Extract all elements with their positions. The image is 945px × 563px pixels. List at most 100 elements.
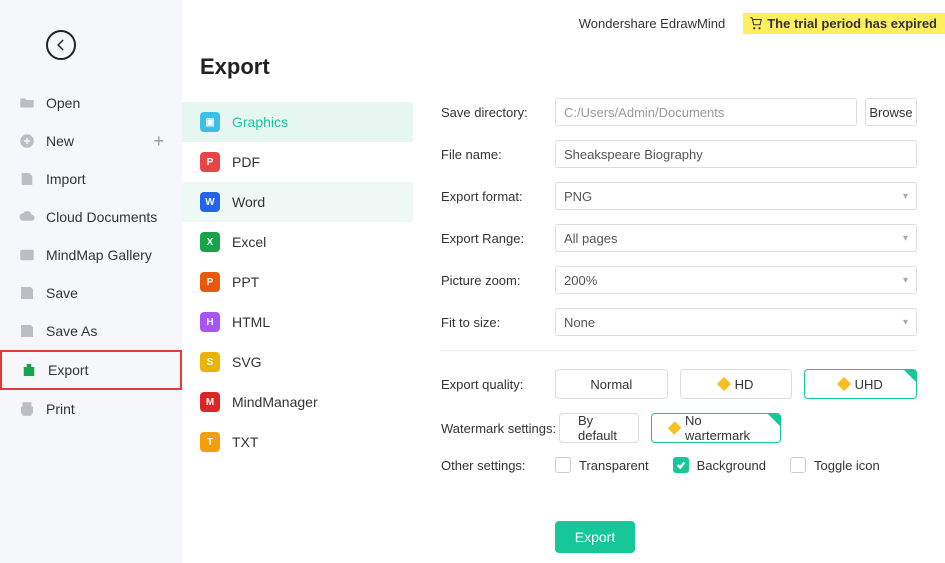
- nav-item-gallery[interactable]: MindMap Gallery: [0, 236, 182, 274]
- checkbox-checked-icon: [673, 457, 689, 473]
- file-name-input[interactable]: [555, 140, 917, 168]
- format-label: MindManager: [232, 394, 318, 410]
- nav-item-cloud[interactable]: Cloud Documents: [0, 198, 182, 236]
- export-format-select[interactable]: PNG▾: [555, 182, 917, 210]
- label-picture-zoom: Picture zoom:: [441, 273, 555, 288]
- quality-hd-button[interactable]: HD: [680, 369, 793, 399]
- format-label: SVG: [232, 354, 262, 370]
- quality-uhd-button[interactable]: UHD: [804, 369, 917, 399]
- format-label: Graphics: [232, 114, 288, 130]
- gallery-icon: [18, 246, 36, 264]
- label-fit-to-size: Fit to size:: [441, 315, 555, 330]
- nav-label: Export: [48, 362, 88, 378]
- mindmanager-icon: M: [200, 392, 220, 412]
- save-icon: [18, 284, 36, 302]
- quality-normal-button[interactable]: Normal: [555, 369, 668, 399]
- word-icon: W: [200, 192, 220, 212]
- chevron-down-icon: ▾: [903, 317, 908, 328]
- label-save-directory: Save directory:: [441, 105, 555, 120]
- back-button[interactable]: [46, 30, 76, 60]
- nav-label: MindMap Gallery: [46, 247, 152, 263]
- checkbox-icon: [555, 457, 571, 473]
- format-item-excel[interactable]: X Excel: [182, 222, 413, 262]
- checkbox-background[interactable]: Background: [673, 457, 766, 473]
- export-format-panel: Export ▣ Graphics P PDF W Word X Excel P…: [182, 0, 413, 563]
- nav-item-print[interactable]: Print: [0, 390, 182, 428]
- format-label: Excel: [232, 234, 266, 250]
- chevron-down-icon: ▾: [903, 233, 908, 244]
- nav-item-open[interactable]: Open: [0, 84, 182, 122]
- brand-label: Wondershare EdrawMind: [579, 16, 725, 31]
- nav-label: Save: [46, 285, 78, 301]
- format-label: PDF: [232, 154, 260, 170]
- trial-expired-banner[interactable]: The trial period has expired: [743, 13, 945, 34]
- save-as-icon: [18, 322, 36, 340]
- checkbox-transparent[interactable]: Transparent: [555, 457, 649, 473]
- export-settings-panel: Wondershare EdrawMind The trial period h…: [413, 0, 945, 563]
- graphics-icon: ▣: [200, 112, 220, 132]
- import-icon: [18, 170, 36, 188]
- checkbox-toggle-icon[interactable]: Toggle icon: [790, 457, 880, 473]
- diamond-icon: [668, 421, 681, 434]
- nav-item-save[interactable]: Save: [0, 274, 182, 312]
- format-item-txt[interactable]: T TXT: [182, 422, 413, 462]
- folder-icon: [18, 94, 36, 112]
- format-label: HTML: [232, 314, 270, 330]
- diamond-icon: [837, 377, 851, 391]
- html-icon: H: [200, 312, 220, 332]
- format-item-pdf[interactable]: P PDF: [182, 142, 413, 182]
- label-other-settings: Other settings:: [441, 458, 555, 473]
- pdf-icon: P: [200, 152, 220, 172]
- label-file-name: File name:: [441, 147, 555, 162]
- export-range-select[interactable]: All pages▾: [555, 224, 917, 252]
- format-item-svg[interactable]: S SVG: [182, 342, 413, 382]
- nav-item-new[interactable]: New +: [0, 122, 182, 160]
- nav-label: Cloud Documents: [46, 209, 157, 225]
- cart-icon: [749, 16, 763, 30]
- fit-to-size-select[interactable]: None▾: [555, 308, 917, 336]
- format-item-html[interactable]: H HTML: [182, 302, 413, 342]
- nav-item-save-as[interactable]: Save As: [0, 312, 182, 350]
- picture-zoom-select[interactable]: 200%▾: [555, 266, 917, 294]
- nav-label: New: [46, 133, 74, 149]
- label-export-quality: Export quality:: [441, 377, 555, 392]
- export-icon: [20, 361, 38, 379]
- nav-label: Save As: [46, 323, 97, 339]
- watermark-none-button[interactable]: No wartermark: [651, 413, 781, 443]
- svg-icon: S: [200, 352, 220, 372]
- save-directory-input[interactable]: [555, 98, 857, 126]
- add-icon[interactable]: +: [153, 131, 164, 152]
- arrow-left-icon: [54, 38, 68, 52]
- label-export-range: Export Range:: [441, 231, 555, 246]
- label-watermark: Watermark settings:: [441, 421, 559, 436]
- chevron-down-icon: ▾: [903, 191, 908, 202]
- excel-icon: X: [200, 232, 220, 252]
- chevron-down-icon: ▾: [903, 275, 908, 286]
- browse-button[interactable]: Browse: [865, 98, 917, 126]
- format-item-word[interactable]: W Word: [182, 182, 413, 222]
- print-icon: [18, 400, 36, 418]
- top-bar: Wondershare EdrawMind The trial period h…: [413, 12, 945, 34]
- format-label: Word: [232, 194, 265, 210]
- txt-icon: T: [200, 432, 220, 452]
- format-label: TXT: [232, 434, 258, 450]
- label-export-format: Export format:: [441, 189, 555, 204]
- format-item-graphics[interactable]: ▣ Graphics: [182, 102, 413, 142]
- format-item-mindmanager[interactable]: M MindManager: [182, 382, 413, 422]
- diamond-icon: [717, 377, 731, 391]
- nav-label: Import: [46, 171, 86, 187]
- nav-label: Print: [46, 401, 75, 417]
- ppt-icon: P: [200, 272, 220, 292]
- checkbox-icon: [790, 457, 806, 473]
- divider: [441, 350, 917, 351]
- watermark-default-button[interactable]: By default: [559, 413, 639, 443]
- nav-item-export[interactable]: Export: [0, 350, 182, 390]
- export-button[interactable]: Export: [555, 521, 635, 553]
- cloud-icon: [18, 208, 36, 226]
- export-title: Export: [200, 54, 413, 80]
- format-item-ppt[interactable]: P PPT: [182, 262, 413, 302]
- format-label: PPT: [232, 274, 259, 290]
- nav-label: Open: [46, 95, 80, 111]
- trial-text: The trial period has expired: [767, 16, 937, 31]
- nav-item-import[interactable]: Import: [0, 160, 182, 198]
